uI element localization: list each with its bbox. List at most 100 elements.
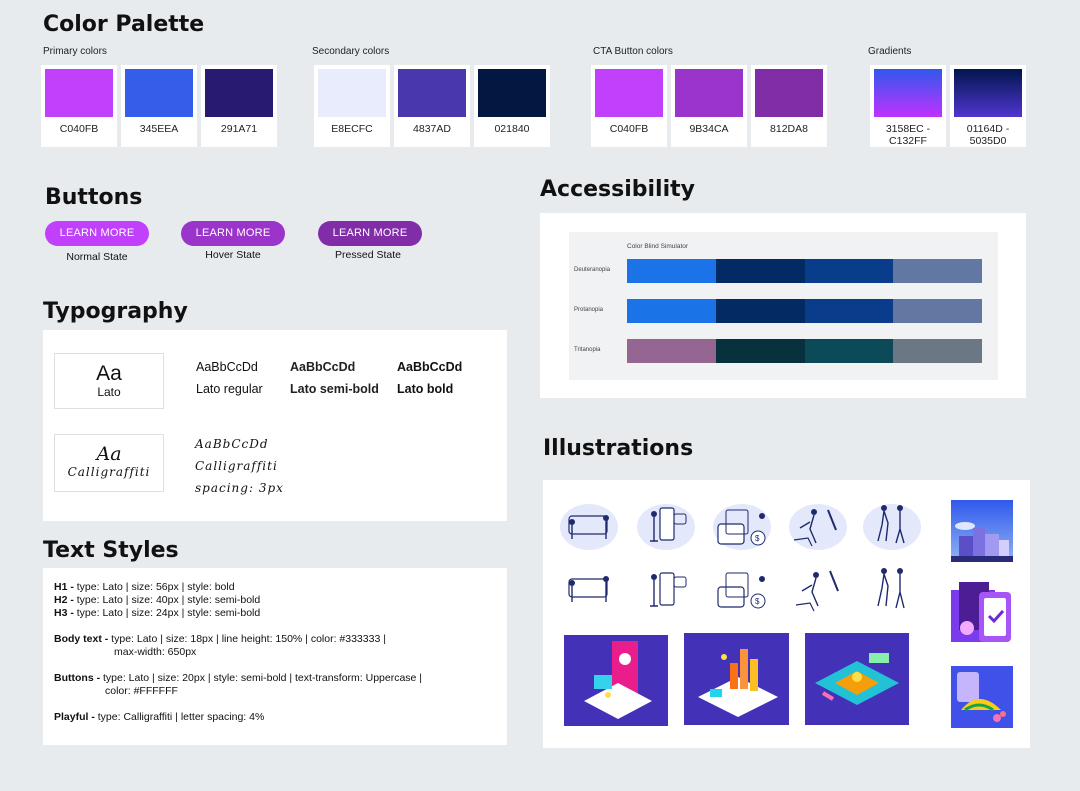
color-segment	[804, 259, 894, 283]
lato-sample: Aa	[96, 362, 122, 385]
swatch-gradient-1: 3158EC - C132FF	[870, 65, 946, 147]
buttons-heading: Buttons	[45, 185, 143, 210]
color-segment	[893, 259, 982, 283]
lato-semibold-name: Lato semi-bold	[290, 382, 379, 396]
protanopia-bar	[627, 299, 982, 323]
h2-key: H2 -	[54, 594, 74, 606]
swatch-chip	[755, 69, 823, 117]
money-map-illustration	[805, 633, 909, 725]
calligraffiti-sample-box: Aa Calligraffiti	[54, 434, 164, 492]
swatch-chip	[205, 69, 273, 117]
h1-style: H1 - type: Lato | size: 56px | style: bo…	[54, 581, 507, 594]
analytics-dashboard-illustration	[564, 635, 668, 726]
protanopia-label: Protanopia	[574, 307, 604, 313]
text-styles-heading: Text Styles	[43, 538, 179, 563]
color-segment	[715, 259, 805, 283]
body-spec: type: Lato | size: 18px | line height: 1…	[108, 633, 386, 645]
calligraffiti-sample: Aa	[96, 443, 122, 465]
cta-colors-label: CTA Button colors	[593, 46, 673, 57]
swatch-chip	[478, 69, 546, 117]
people-working-line-illustration	[795, 570, 839, 612]
swatch-code-line: 5035D0	[969, 135, 1007, 147]
illustrations-heading: Illustrations	[543, 436, 694, 461]
tritanopia-label: Tritanopia	[574, 347, 601, 353]
svg-text:$: $	[755, 597, 760, 606]
swatch-code-line: 3158EC -	[885, 123, 931, 135]
h2-spec: type: Lato | size: 40px | style: semi-bo…	[73, 594, 261, 606]
color-segment	[627, 259, 716, 283]
swatch-code: 345EEA	[139, 123, 179, 135]
deuteranopia-bar	[627, 259, 982, 283]
color-segment	[627, 299, 716, 323]
color-palette-heading: Color Palette	[43, 12, 205, 37]
primary-colors-label: Primary colors	[43, 46, 107, 57]
h1-key: H1 -	[54, 581, 74, 593]
deuteranopia-label: Deuteranopia	[574, 267, 611, 273]
lato-bold-name: Lato bold	[397, 382, 454, 396]
swatch-cta-3: 812DA8	[751, 65, 827, 147]
lato-regular-sample: AaBbCcDd	[196, 360, 258, 374]
learn-more-button-pressed[interactable]: LEARN MORE	[318, 221, 422, 246]
people-puzzle-line-illustration	[568, 576, 609, 602]
swatch-secondary-3: 021840	[474, 65, 550, 147]
h1-spec: type: Lato | size: 56px | style: bold	[73, 581, 235, 593]
swatch-code-line: 01164D -	[966, 123, 1010, 135]
typography-heading: Typography	[43, 299, 188, 324]
learn-more-button-hover[interactable]: LEARN MORE	[181, 221, 285, 246]
swatch-code: 01164D -5035D0	[950, 123, 1026, 147]
script-line-2: Calligraffiti	[195, 459, 278, 473]
swatch-gradient-2: 01164D -5035D0	[950, 65, 1026, 147]
color-segment	[893, 299, 982, 323]
swatch-chip	[125, 69, 193, 117]
script-line-3: spacing: 3px	[195, 481, 284, 495]
couple-illustration	[863, 504, 921, 550]
h3-spec: type: Lato | size: 24px | style: semi-bo…	[73, 607, 261, 619]
phone-person-illustration	[637, 504, 695, 550]
h3-key: H3 -	[54, 607, 74, 619]
swatch-code: C040FB	[59, 123, 99, 135]
swatch-code: 021840	[494, 123, 530, 135]
lato-semibold-sample: AaBbCcDd	[290, 360, 356, 374]
couple-line-illustration	[877, 568, 905, 609]
swatch-chip	[595, 69, 663, 117]
swatch-code-line: C132FF	[889, 135, 927, 147]
playful-key: Playful -	[54, 711, 95, 723]
payment-line-illustration: $	[717, 572, 766, 609]
swatch-secondary-1: E8ECFC	[314, 65, 390, 147]
buttons-style: Buttons - type: Lato | size: 20px | styl…	[54, 672, 507, 685]
lato-sample-box: Aa Lato	[54, 353, 164, 409]
body-key: Body text -	[54, 633, 109, 645]
swatch-chip	[318, 69, 386, 117]
text-styles-panel: H1 - type: Lato | size: 56px | style: bo…	[43, 568, 507, 745]
h3-style: H3 - type: Lato | size: 24px | style: se…	[54, 607, 507, 620]
swatch-secondary-2: 4837AD	[394, 65, 470, 147]
h2-style: H2 - type: Lato | size: 40px | style: se…	[54, 594, 507, 607]
lato-name: Lato	[97, 385, 121, 399]
color-segment	[804, 299, 894, 323]
swatch-code: 291A71	[220, 123, 258, 135]
tritanopia-bar	[627, 339, 982, 363]
city-illustration	[951, 500, 1013, 562]
color-segment	[893, 339, 982, 363]
normal-state-caption: Normal State	[66, 251, 128, 263]
swatch-code: C040FB	[609, 123, 649, 135]
swatch-code: 4837AD	[413, 123, 451, 135]
swatch-code: 812DA8	[770, 123, 808, 135]
playful-spec: type: Calligraffiti | letter spacing: 4%	[94, 711, 265, 723]
body-style-cont: max-width: 650px	[114, 646, 197, 658]
svg-text:$: $	[755, 534, 760, 543]
swatch-cta-1: C040FB	[591, 65, 667, 147]
gradients-label: Gradients	[868, 46, 912, 57]
hover-state-caption: Hover State	[205, 249, 261, 261]
calligraffiti-name: Calligraffiti	[67, 465, 151, 479]
typography-panel: Aa Lato AaBbCcDd Lato regular AaBbCcDd L…	[43, 330, 507, 521]
color-segment	[804, 339, 894, 363]
phone-person-line-illustration	[650, 572, 687, 607]
color-segment	[715, 339, 805, 363]
secondary-colors-label: Secondary colors	[312, 46, 390, 57]
buttons-key: Buttons -	[54, 672, 101, 684]
learn-more-button-normal[interactable]: LEARN MORE	[45, 221, 149, 246]
lato-bold-sample: AaBbCcDd	[397, 360, 463, 374]
color-segment	[627, 339, 716, 363]
food-illustration	[951, 666, 1013, 728]
